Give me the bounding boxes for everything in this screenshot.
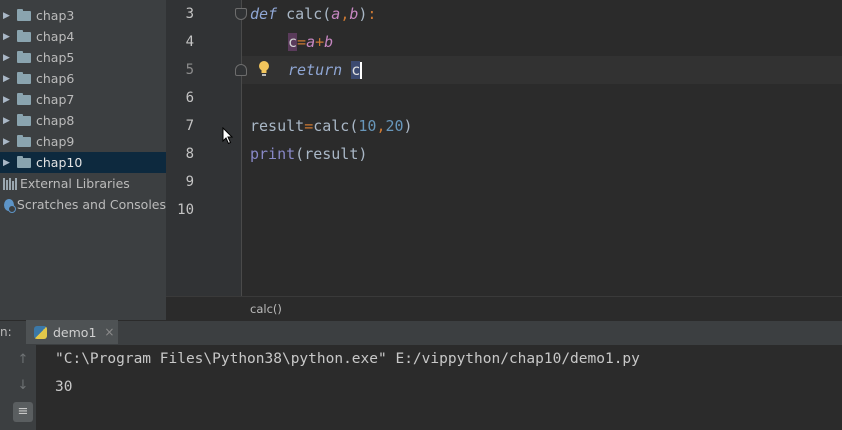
parameter: a <box>306 33 316 51</box>
lightbulb-icon[interactable] <box>258 60 270 78</box>
text-caret <box>360 62 363 79</box>
folder-icon <box>17 8 31 21</box>
tree-item-scratches[interactable]: Scratches and Consoles <box>0 194 166 215</box>
line-number: 6 <box>185 90 194 106</box>
line-number-current: 5 <box>185 62 194 78</box>
tree-item-external-libraries[interactable]: External Libraries <box>0 173 166 194</box>
tree-item-chap5[interactable]: ▶ chap5 <box>0 47 166 68</box>
tree-item-label: External Libraries <box>20 176 130 191</box>
variable: result <box>304 145 359 163</box>
variable: result <box>250 117 305 135</box>
console-output: 30 <box>55 379 73 395</box>
expand-arrow-icon[interactable]: ▶ <box>3 95 11 105</box>
line-number: 10 <box>177 202 194 218</box>
code-line-3[interactable]: def calc(a,b): <box>250 0 376 28</box>
gutter-separator <box>241 0 242 296</box>
tree-item-label: chap5 <box>36 50 75 65</box>
tree-item-label: chap7 <box>36 92 75 107</box>
builtin-function: print <box>250 145 296 163</box>
tree-item-chap10[interactable]: ▶ chap10 <box>0 152 166 173</box>
scratch-icon <box>4 198 16 213</box>
code-line-4[interactable]: c=a+b <box>288 28 333 56</box>
folder-icon <box>17 71 31 84</box>
run-panel-header <box>0 320 842 345</box>
breadcrumb[interactable]: calc() <box>250 302 282 316</box>
tree-item-label: chap10 <box>36 155 83 170</box>
tree-item-label: chap3 <box>36 8 75 23</box>
tree-item-chap9[interactable]: ▶ chap9 <box>0 131 166 152</box>
expand-arrow-icon[interactable]: ▶ <box>3 74 11 84</box>
line-number: 9 <box>185 174 194 190</box>
run-label: n: <box>0 325 12 339</box>
tree-item-label: chap4 <box>36 29 75 44</box>
tree-item-chap7[interactable]: ▶ chap7 <box>0 89 166 110</box>
folder-icon <box>17 29 31 42</box>
number: 20 <box>385 117 404 135</box>
run-toolbar: ↑ ↓ ≡ <box>0 344 36 430</box>
folder-icon <box>17 155 31 168</box>
function-call: calc <box>313 117 350 135</box>
operator: = <box>304 117 314 135</box>
expand-arrow-icon[interactable]: ▶ <box>3 116 11 126</box>
paren: ( <box>322 5 332 23</box>
code-line-8[interactable]: print(result) <box>250 140 367 168</box>
operator: + <box>315 33 325 51</box>
tree-item-chap3[interactable]: ▶ chap3 <box>0 5 166 26</box>
expand-arrow-icon[interactable]: ▶ <box>3 11 11 21</box>
operator: = <box>297 33 307 51</box>
keyword: return <box>288 61 343 79</box>
code-line-7[interactable]: result=calc(10,20) <box>250 112 413 140</box>
comma: , <box>340 5 350 23</box>
console-command: "C:\Program Files\Python38\python.exe" E… <box>55 351 640 367</box>
tab-demo1[interactable]: demo1 × <box>26 320 118 344</box>
tree-item-label: Scratches and Consoles <box>16 197 166 212</box>
project-sidebar: ▶ chap3 ▶ chap4 ▶ chap5 ▶ chap6 ▶ chap7 … <box>0 0 167 320</box>
tree-item-label: chap6 <box>36 71 75 86</box>
tree-item-chap6[interactable]: ▶ chap6 <box>0 68 166 89</box>
soft-wrap-icon[interactable]: ≡ <box>13 402 33 422</box>
folder-icon <box>17 92 31 105</box>
library-icon <box>3 177 17 190</box>
folder-icon <box>17 134 31 147</box>
arrow-up-icon[interactable]: ↑ <box>13 350 33 370</box>
paren: ) <box>358 145 368 163</box>
line-number: 7 <box>185 118 194 134</box>
tree-item-chap8[interactable]: ▶ chap8 <box>0 110 166 131</box>
python-icon <box>34 325 47 339</box>
expand-arrow-icon[interactable]: ▶ <box>3 137 11 147</box>
number: 10 <box>358 117 377 135</box>
variable: c <box>351 61 361 79</box>
line-number: 4 <box>185 34 194 50</box>
line-number: 8 <box>185 146 194 162</box>
tab-label: demo1 <box>53 324 97 340</box>
expand-arrow-icon[interactable]: ▶ <box>3 158 11 168</box>
folder-icon <box>17 113 31 126</box>
close-icon[interactable]: × <box>104 325 114 339</box>
paren: ( <box>295 145 305 163</box>
colon: : <box>367 5 377 23</box>
paren: ) <box>403 117 413 135</box>
mouse-pointer-icon <box>222 127 234 145</box>
tree-item-chap4[interactable]: ▶ chap4 <box>0 26 166 47</box>
fold-marker-icon[interactable] <box>235 8 247 20</box>
expand-arrow-icon[interactable]: ▶ <box>3 32 11 42</box>
arrow-down-icon[interactable]: ↓ <box>13 376 33 396</box>
tree-item-label: chap8 <box>36 113 75 128</box>
folder-icon <box>17 50 31 63</box>
function-name: calc <box>277 5 323 23</box>
fold-end-marker-icon[interactable] <box>235 64 247 76</box>
parameter: b <box>324 33 334 51</box>
line-number: 3 <box>185 6 194 22</box>
expand-arrow-icon[interactable]: ▶ <box>3 53 11 63</box>
code-line-5[interactable]: return c <box>288 56 363 84</box>
tree-item-label: chap9 <box>36 134 75 149</box>
keyword: def <box>250 5 278 23</box>
variable: c <box>288 33 298 51</box>
parameter: a <box>331 5 341 23</box>
